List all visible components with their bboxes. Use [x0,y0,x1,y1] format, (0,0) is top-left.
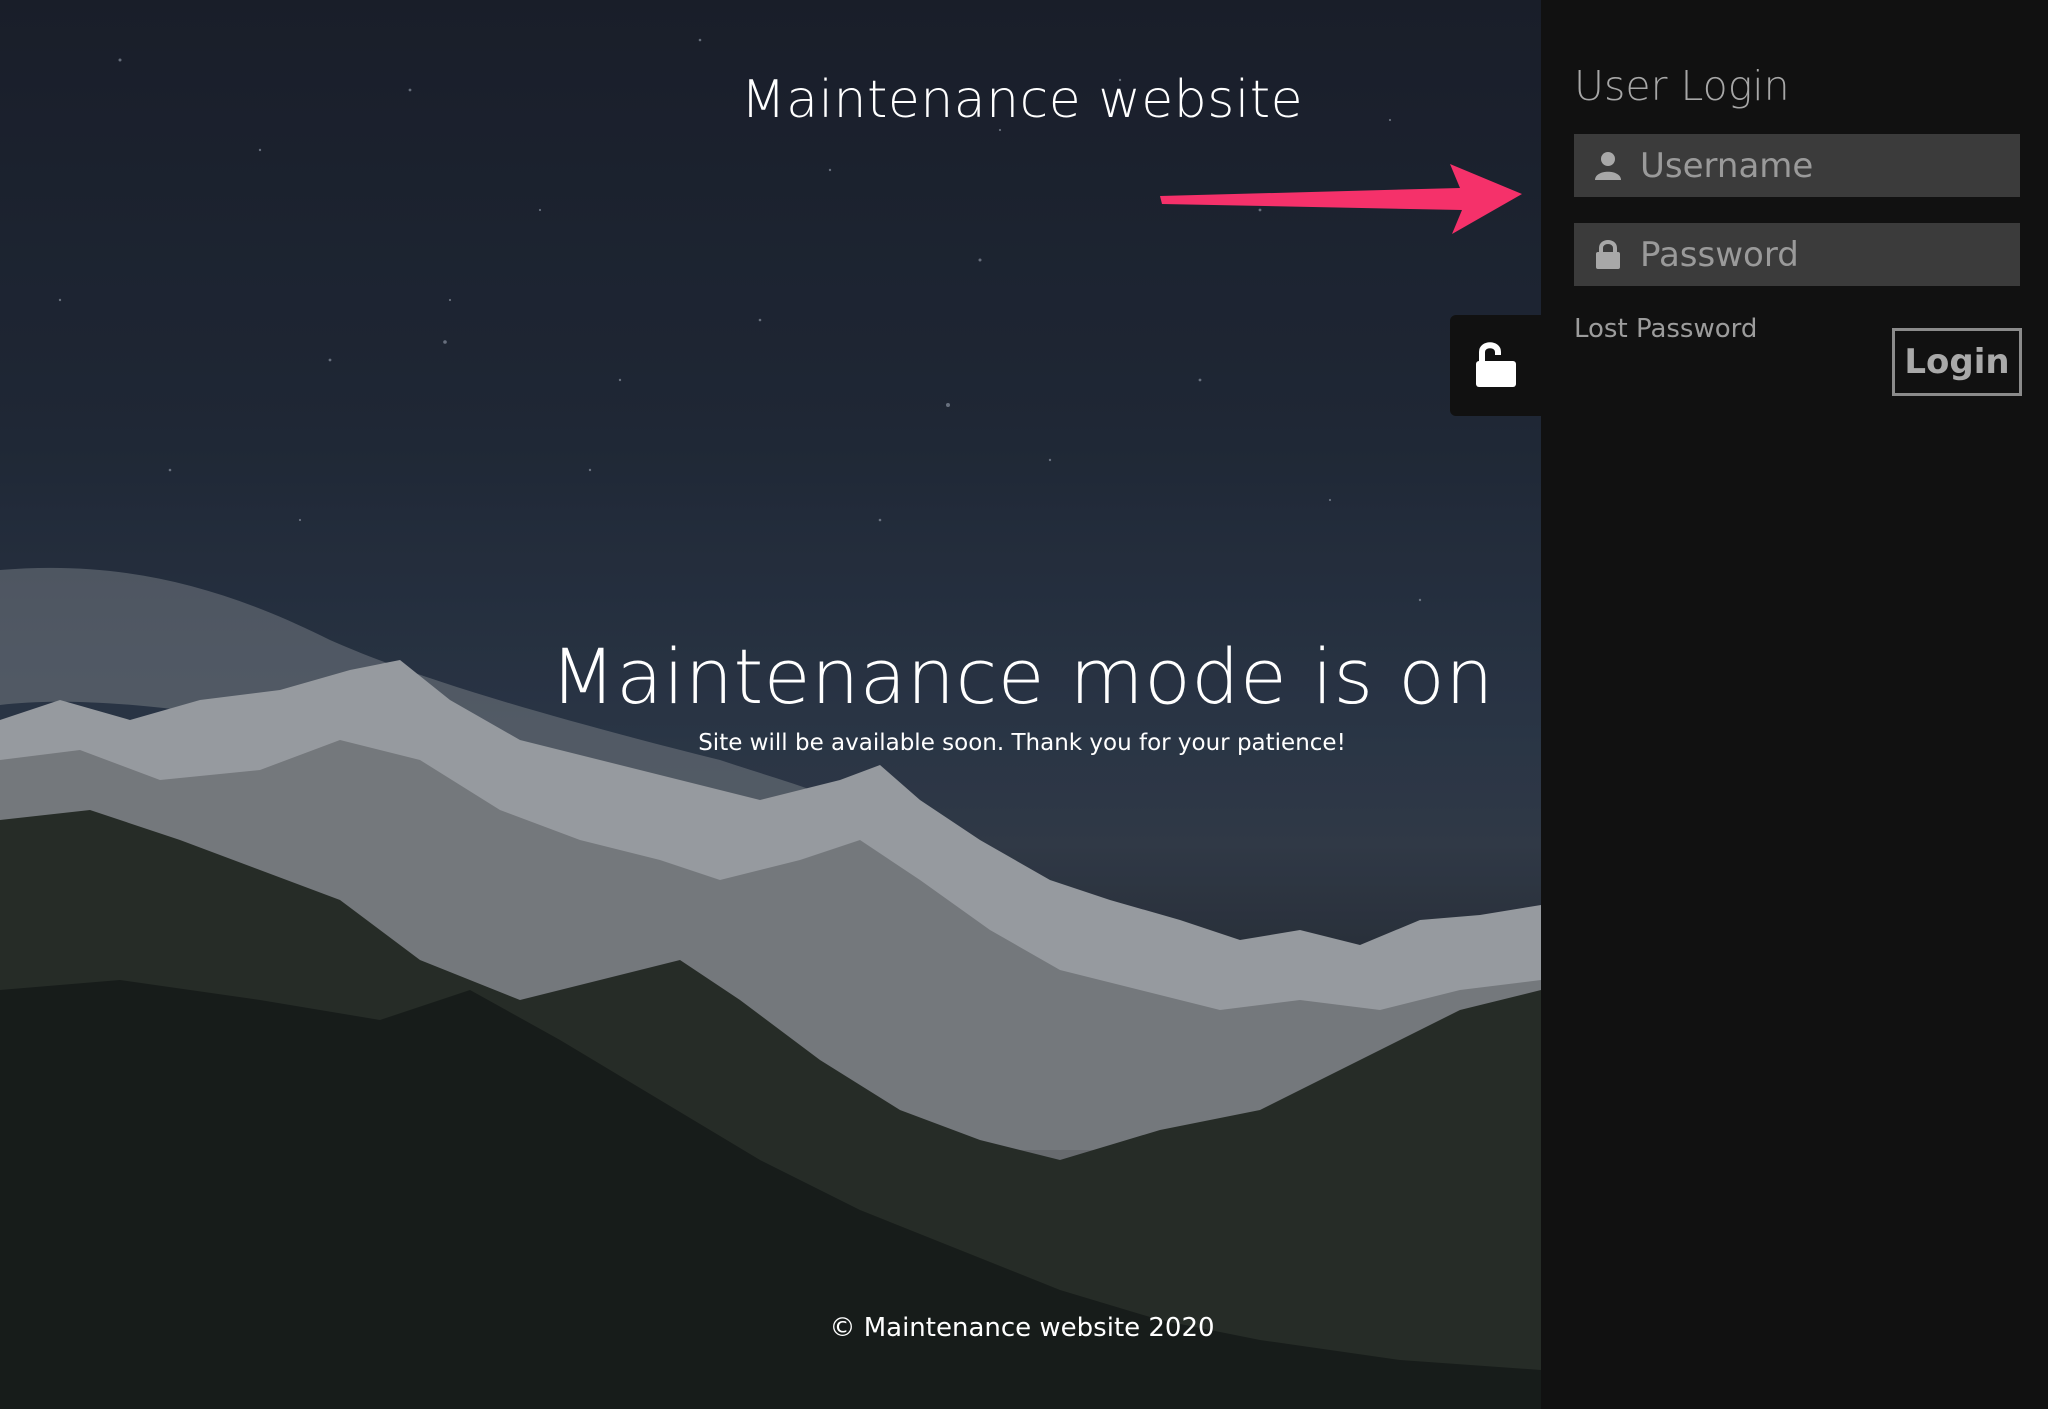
lost-password-link[interactable]: Lost Password [1574,314,1757,344]
site-title: Maintenance website [740,70,1304,130]
user-icon [1595,152,1621,180]
login-button[interactable]: Login [1892,328,2022,396]
lock-icon [1596,240,1620,269]
maintenance-page: Maintenance website Maintenance mode is … [0,0,2048,1409]
maintenance-subline: Site will be available soon. Thank you f… [698,730,1346,756]
login-panel-toggle[interactable] [1450,315,1543,416]
footer-copyright: © Maintenance website 2020 [829,1313,1215,1343]
login-panel-title: User Login [1574,62,1790,110]
password-input[interactable] [1640,223,2010,286]
hero-background: Maintenance website Maintenance mode is … [0,0,1541,1409]
maintenance-headline: Maintenance mode is on [550,632,1494,721]
username-field[interactable] [1574,134,2020,197]
password-field[interactable] [1574,223,2020,286]
unlock-icon [1476,342,1516,387]
username-input[interactable] [1640,134,2010,197]
annotation-arrow-icon [1160,164,1522,234]
login-panel: User Login Lost Password Login [1541,0,2048,1409]
